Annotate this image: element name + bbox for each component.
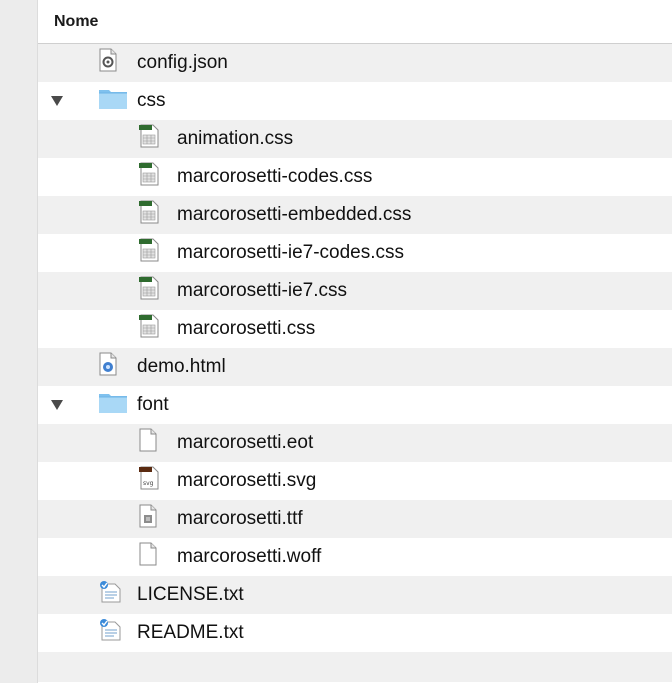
file-row[interactable]: marcorosetti-codes.css [38,158,672,196]
file-row[interactable]: marcorosetti.ttf [38,500,672,538]
file-name: marcorosetti.woff [177,546,322,567]
folder-name: font [137,394,169,415]
svg-file-icon: svg [138,466,160,496]
folder-row[interactable]: font [38,386,672,424]
file-name: marcorosetti-codes.css [177,166,373,187]
file-list: Nome config.json css animation.css marco… [38,0,672,683]
css-file-icon [138,200,160,230]
file-row[interactable]: marcorosetti-ie7.css [38,272,672,310]
file-row[interactable]: marcorosetti.woff [38,538,672,576]
sidebar-strip [0,0,38,683]
file-name: config.json [137,52,228,73]
file-name: marcorosetti.css [177,318,316,339]
css-file-icon [138,314,160,344]
file-name: marcorosetti-ie7.css [177,280,347,301]
file-row[interactable]: animation.css [38,120,672,158]
folder-row[interactable]: css [38,82,672,120]
file-name: demo.html [137,356,226,377]
column-header-label: Nome [54,12,99,30]
file-row[interactable]: LICENSE.txt [38,576,672,614]
empty-row [38,652,672,682]
finder-window: Nome config.json css animation.css marco… [0,0,672,683]
folder-icon [98,86,128,116]
ttf-file-icon [138,504,158,534]
file-name: marcorosetti-embedded.css [177,204,412,225]
css-file-icon [138,162,160,192]
json-file-icon [98,48,118,78]
column-header-name[interactable]: Nome [38,0,672,44]
file-name: marcorosetti-ie7-codes.css [177,242,405,263]
file-name: marcorosetti.ttf [177,508,303,529]
css-file-icon [138,124,160,154]
folder-icon [98,390,128,420]
folder-name: css [137,90,166,111]
text-file-icon [98,618,122,648]
file-name: marcorosetti.eot [177,432,314,453]
blank-file-icon [138,542,158,572]
disclosure-triangle-expanded-icon[interactable] [51,96,63,106]
html-file-icon [98,352,118,382]
file-row[interactable]: config.json [38,44,672,82]
file-name: marcorosetti.svg [177,470,317,491]
file-row[interactable]: marcorosetti-ie7-codes.css [38,234,672,272]
file-row[interactable]: marcorosetti.css [38,310,672,348]
file-row[interactable]: marcorosetti.eot [38,424,672,462]
svg-text:svg: svg [143,480,154,487]
css-file-icon [138,238,160,268]
file-name: LICENSE.txt [137,584,244,605]
blank-file-icon [138,428,158,458]
file-row[interactable]: marcorosetti-embedded.css [38,196,672,234]
file-row[interactable]: README.txt [38,614,672,652]
file-row[interactable]: demo.html [38,348,672,386]
file-name: README.txt [137,622,244,643]
css-file-icon [138,276,160,306]
text-file-icon [98,580,122,610]
file-name: animation.css [177,128,294,149]
disclosure-triangle-expanded-icon[interactable] [51,400,63,410]
file-row[interactable]: svg marcorosetti.svg [38,462,672,500]
